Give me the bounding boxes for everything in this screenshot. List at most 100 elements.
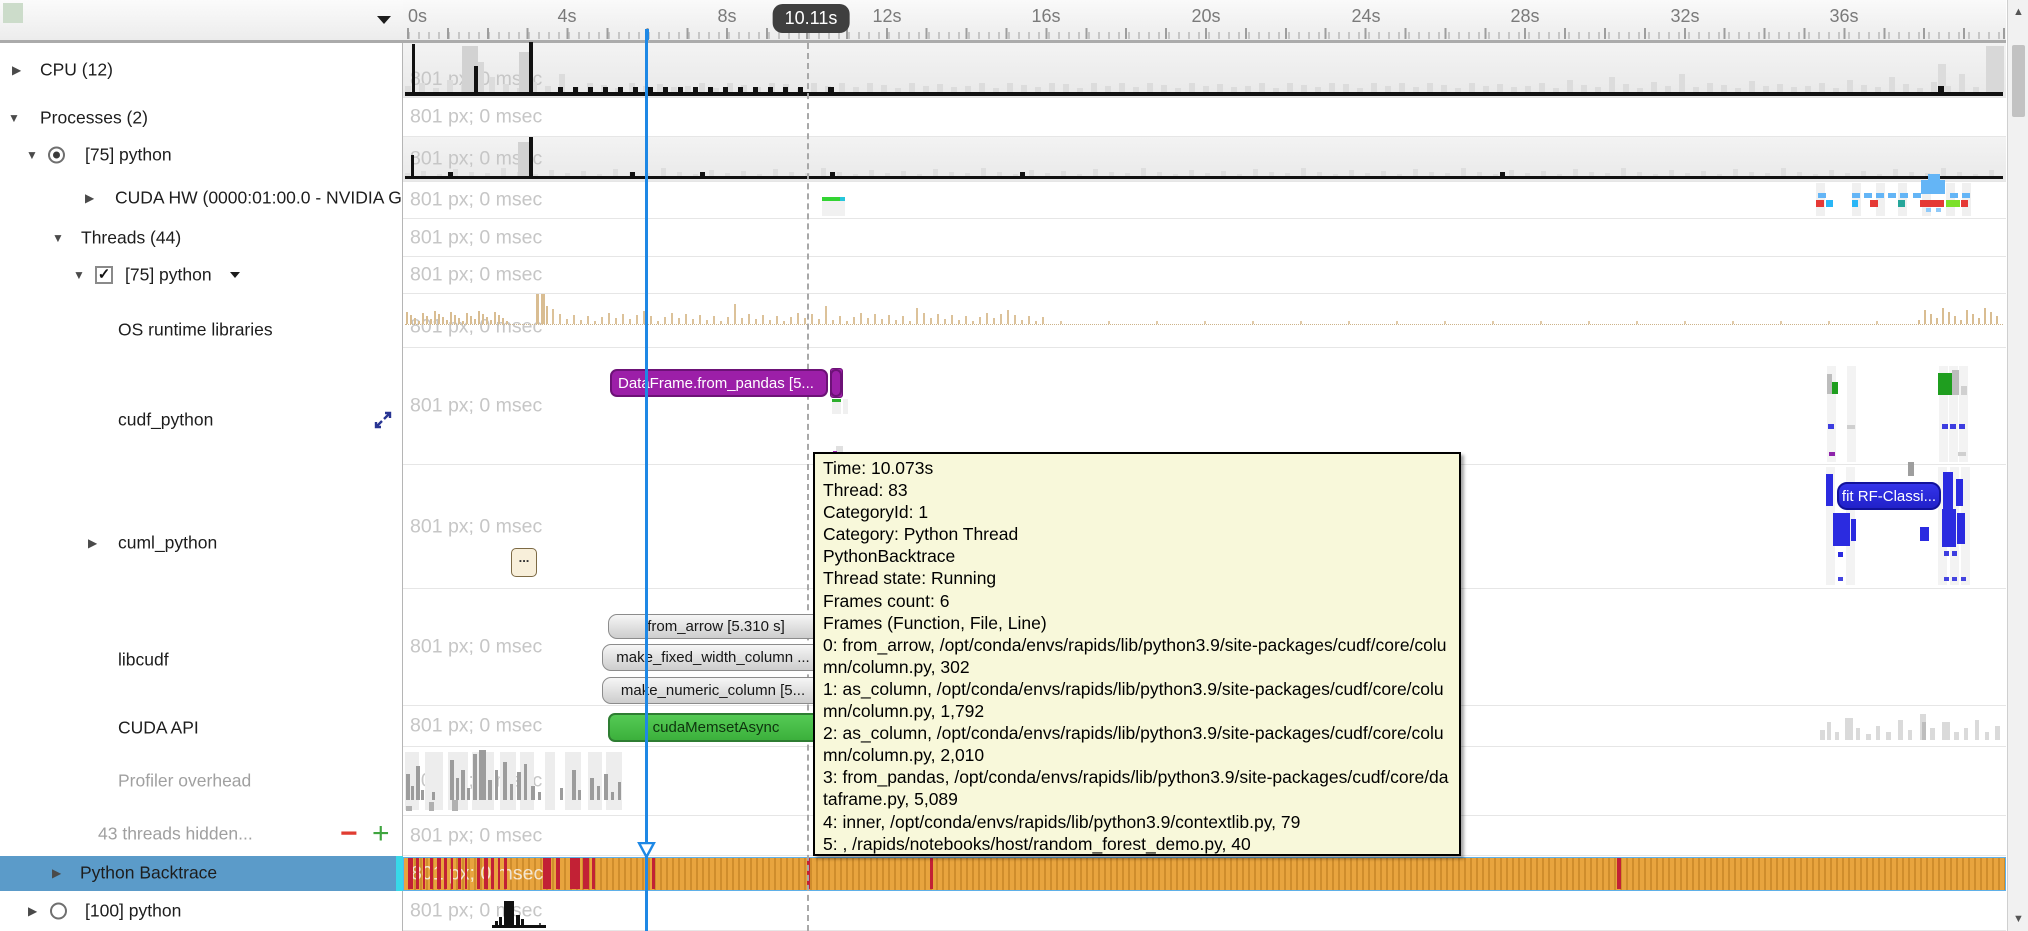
chevron-down-icon[interactable]: ▼ bbox=[52, 232, 64, 244]
sidebar-item-cpu[interactable]: ▶ CPU (12) bbox=[0, 52, 403, 88]
row-thread-75-python[interactable]: 801 px; 0 msec bbox=[403, 257, 2006, 294]
decor-mark bbox=[473, 754, 477, 800]
decor-mark bbox=[1893, 169, 1898, 176]
range-bar-cuda-memset-async[interactable]: cudaMemsetAsync bbox=[608, 713, 824, 742]
tooltip-line: 3: from_pandas, /opt/conda/envs/rapids/l… bbox=[823, 766, 1451, 810]
decor-mark bbox=[1931, 82, 1937, 92]
sidebar-item-threads[interactable]: ▼ Threads (44) bbox=[0, 220, 403, 256]
decor-mark bbox=[1679, 74, 1685, 92]
chevron-down-icon[interactable]: ▼ bbox=[8, 112, 20, 124]
process-radio-selected[interactable] bbox=[48, 147, 65, 164]
decor-mark bbox=[432, 792, 435, 800]
chevron-right-icon[interactable]: ▶ bbox=[28, 905, 37, 917]
row-process-100-python[interactable]: 801 px; 0 msec bbox=[403, 892, 2006, 931]
chevron-right-icon[interactable]: ▶ bbox=[88, 537, 97, 549]
thread-checkbox-checked[interactable]: ✓ bbox=[95, 266, 113, 284]
decor-mark bbox=[1259, 83, 1265, 92]
sidebar-item-cuda-hw[interactable]: ▶ CUDA HW (0000:01:00.0 - NVIDIA GeForce bbox=[0, 180, 403, 216]
decor-mark bbox=[1820, 730, 1825, 740]
decor-mark bbox=[1952, 551, 1957, 556]
timeline-cursor-line[interactable] bbox=[645, 29, 648, 931]
sidebar-item-process-100-python[interactable]: ▶ [100] python bbox=[0, 893, 403, 929]
sidebar-item-profiler-overhead[interactable]: Profiler overhead bbox=[0, 763, 403, 799]
decor-mark bbox=[832, 399, 841, 402]
nsight-systems-timeline-window: ▶ CPU (12) ▼ Processes (2) ▼ [75] python… bbox=[0, 0, 2028, 931]
decor-mark bbox=[1707, 83, 1713, 92]
decor-mark bbox=[1007, 310, 1009, 324]
range-bar-make-fixed-width-column[interactable]: make_fixed_width_column ... bbox=[602, 644, 824, 671]
expand-row-icon[interactable] bbox=[372, 409, 394, 431]
row-cudf-python[interactable]: 801 px; 0 msec bbox=[403, 348, 2006, 465]
range-bar-from-arrow[interactable]: from_arrow [5.310 s] bbox=[608, 614, 824, 639]
scrollbar-thumb[interactable] bbox=[2012, 45, 2025, 117]
chevron-down-icon[interactable]: ▼ bbox=[73, 269, 85, 281]
cursor-time-badge[interactable]: 10.11s bbox=[773, 4, 850, 33]
sidebar-item-process-75-python[interactable]: ▼ [75] python bbox=[0, 137, 403, 173]
decor-mark bbox=[406, 312, 408, 324]
decor-mark bbox=[572, 770, 576, 800]
decor-mark bbox=[484, 858, 488, 889]
row-threads[interactable]: 801 px; 0 msec bbox=[403, 219, 2006, 257]
decor-mark bbox=[467, 788, 470, 800]
chevron-right-icon[interactable]: ▶ bbox=[12, 64, 21, 76]
decor-mark bbox=[587, 316, 589, 324]
decor-mark bbox=[412, 44, 415, 92]
show-threads-button[interactable]: + bbox=[372, 824, 390, 844]
sidebar-item-processes[interactable]: ▼ Processes (2) bbox=[0, 100, 403, 136]
tooltip-line: PythonBacktrace bbox=[823, 545, 1451, 567]
decor-mark bbox=[853, 317, 855, 324]
sidebar-item-cudf-python[interactable]: cudf_python bbox=[0, 402, 403, 438]
decor-mark bbox=[1961, 386, 1967, 395]
decor-mark bbox=[1920, 200, 1944, 207]
decor-mark bbox=[1942, 509, 1956, 547]
scroll-up-button[interactable]: ▲ bbox=[2009, 1, 2028, 23]
decor-mark bbox=[482, 314, 484, 324]
decor-mark bbox=[1972, 314, 1974, 324]
sidebar-item-thread-75-python[interactable]: ▼ ✓ [75] python bbox=[0, 257, 403, 293]
decor-mark bbox=[456, 778, 459, 800]
sidebar-item-os-runtime-libraries[interactable]: OS runtime libraries bbox=[0, 312, 403, 348]
sidebar-item-python-backtrace[interactable]: ▶ Python Backtrace bbox=[0, 855, 403, 891]
decor-mark bbox=[1962, 193, 1970, 198]
decor-mark bbox=[951, 315, 953, 324]
decor-mark bbox=[874, 314, 876, 324]
decor-mark bbox=[536, 294, 539, 324]
chevron-right-icon[interactable]: ▶ bbox=[85, 192, 94, 204]
decor-mark bbox=[1413, 169, 1418, 176]
timeline-ruler[interactable]: 0s 4s 8s 12s 16s 20s 24s 28s 32s 36s 10.… bbox=[403, 0, 2006, 43]
decor-mark bbox=[416, 766, 420, 800]
decor-mark bbox=[406, 806, 412, 811]
range-bar-fit-rf-classifier[interactable]: fit RF-Classi... bbox=[1837, 482, 1941, 510]
hide-threads-button[interactable]: − bbox=[340, 824, 358, 844]
decor-mark bbox=[1835, 732, 1839, 740]
scroll-down-button[interactable]: ▼ bbox=[2009, 908, 2028, 930]
decor-mark bbox=[1964, 728, 1968, 740]
process-radio-unselected[interactable] bbox=[50, 903, 67, 920]
sidebar-item-libcudf[interactable]: libcudf bbox=[0, 642, 403, 678]
range-bar-dataframe-from-pandas[interactable]: DataFrame.from_pandas [5... bbox=[610, 369, 828, 397]
thread-options-dropdown-icon[interactable] bbox=[230, 272, 240, 278]
decor-mark bbox=[1961, 200, 1968, 207]
sidebar-item-cuml-python[interactable]: ▶ cuml_python bbox=[0, 525, 403, 561]
decor-mark bbox=[1000, 314, 1002, 324]
decor-mark bbox=[478, 62, 484, 92]
tooltip-line: Thread state: Running bbox=[823, 567, 1451, 589]
collapsed-events-box[interactable]: ... bbox=[511, 548, 537, 577]
chevron-down-icon[interactable]: ▼ bbox=[26, 149, 38, 161]
decor-mark bbox=[860, 313, 862, 324]
tooltip-line: Time: 10.073s bbox=[823, 457, 1451, 479]
filter-dropdown-icon[interactable] bbox=[377, 16, 391, 24]
row-cuda-hw[interactable]: 801 px; 0 msec bbox=[403, 182, 2006, 219]
range-bar-small-purple[interactable] bbox=[830, 369, 842, 397]
decor-mark bbox=[1942, 722, 1950, 740]
sidebar-item-threads-hidden[interactable]: 43 threads hidden... − + bbox=[0, 816, 403, 852]
decor-mark bbox=[613, 169, 618, 176]
sidebar-item-label: 43 threads hidden... bbox=[98, 824, 253, 845]
range-bar-make-numeric-column[interactable]: make_numeric_column [5... bbox=[602, 677, 824, 704]
chevron-right-icon[interactable]: ▶ bbox=[52, 867, 61, 879]
decor-mark bbox=[1371, 83, 1377, 92]
sidebar-item-cuda-api[interactable]: CUDA API bbox=[0, 710, 403, 746]
decor-mark bbox=[727, 317, 729, 324]
vertical-scrollbar[interactable]: ▲ ▼ bbox=[2007, 0, 2028, 931]
row-cpu-empty[interactable]: 801 px; 0 msec bbox=[403, 98, 2006, 137]
